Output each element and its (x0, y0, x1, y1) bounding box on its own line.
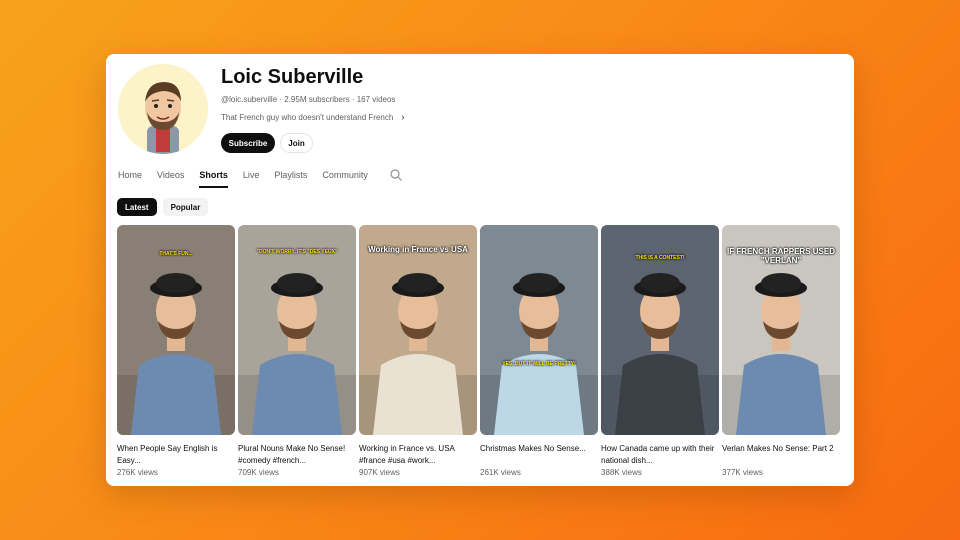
subscribe-button[interactable]: Subscribe (221, 133, 275, 153)
tab-shorts[interactable]: Shorts (199, 166, 228, 188)
shorts-grid: THAT'S FUN... When People Say English is… (117, 225, 840, 477)
short-views: 261K views (480, 468, 521, 477)
tab-live[interactable]: Live (243, 166, 260, 188)
tab-videos[interactable]: Videos (157, 166, 184, 188)
short-thumbnail[interactable]: IF FRENCH RAPPERS USED "VERLAN" (722, 225, 840, 435)
tab-home[interactable]: Home (118, 166, 142, 188)
short-item[interactable]: THAT'S FUN... When People Say English is… (117, 225, 235, 477)
short-thumbnail[interactable]: YES, BUT IT WILL BE PRETTY! (480, 225, 598, 435)
avatar-illustration (145, 82, 181, 154)
channel-name: Loic Suberville (221, 66, 364, 88)
short-title[interactable]: Verlan Makes No Sense: Part 2 (722, 443, 840, 467)
short-item[interactable]: YES, BUT IT WILL BE PRETTY! Christmas Ma… (480, 225, 598, 477)
channel-meta: @loic.suberville · 2.95M subscribers · 1… (221, 95, 396, 104)
tab-community[interactable]: Community (322, 166, 368, 188)
short-caption-overlay: YES, BUT IT WILL BE PRETTY! (502, 361, 576, 367)
short-thumbnail[interactable]: Working in France vs USA (359, 225, 477, 435)
channel-description-text: That French guy who doesn't understand F… (221, 113, 394, 122)
short-caption-overlay: "DON'T WORRY, IT'S "DES YEUX" (256, 249, 338, 255)
tab-playlists[interactable]: Playlists (274, 166, 307, 188)
short-thumbnail[interactable]: "DON'T WORRY, IT'S "DES YEUX" (238, 225, 356, 435)
search-icon[interactable] (389, 168, 403, 182)
channel-description[interactable]: That French guy who doesn't understand F… (221, 112, 405, 123)
chip-latest[interactable]: Latest (117, 198, 157, 216)
channel-page: Loic Suberville @loic.suberville · 2.95M… (106, 54, 854, 486)
sort-chips: Latest Popular (117, 198, 209, 216)
short-item[interactable]: IF FRENCH RAPPERS USED "VERLAN" Verlan M… (722, 225, 840, 477)
short-title[interactable]: Plural Nouns Make No Sense! #comedy #fre… (238, 443, 356, 467)
short-item[interactable]: "DON'T WORRY, IT'S "DES YEUX" Plural Nou… (238, 225, 356, 477)
short-views: 907K views (359, 468, 400, 477)
join-button[interactable]: Join (280, 133, 313, 153)
short-item[interactable]: THIS IS A CONTEST! How Canada came up wi… (601, 225, 719, 477)
channel-tabs: Home Videos Shorts Live Playlists Commun… (118, 166, 403, 188)
short-title[interactable]: Working in France vs. USA #france #usa #… (359, 443, 477, 467)
short-thumbnail[interactable]: THAT'S FUN... (117, 225, 235, 435)
short-views: 709K views (238, 468, 279, 477)
short-views: 377K views (722, 468, 763, 477)
chevron-right-icon: › (401, 112, 405, 123)
short-title[interactable]: When People Say English is Easy... (117, 443, 235, 467)
short-views: 388K views (601, 468, 642, 477)
chip-popular[interactable]: Popular (162, 198, 209, 216)
short-title[interactable]: How Canada came up with their national d… (601, 443, 719, 467)
channel-avatar[interactable] (118, 64, 208, 154)
short-caption-overlay: THIS IS A CONTEST! (635, 255, 685, 261)
short-caption-overlay: THAT'S FUN... (159, 251, 193, 257)
short-views: 276K views (117, 468, 158, 477)
short-thumbnail-art (359, 273, 477, 435)
short-item[interactable]: Working in France vs USA Working in Fran… (359, 225, 477, 477)
short-thumbnail-art (480, 273, 598, 435)
short-thumbnail[interactable]: THIS IS A CONTEST! (601, 225, 719, 435)
short-caption-overlay: IF FRENCH RAPPERS USED "VERLAN" (726, 247, 835, 265)
short-title[interactable]: Christmas Makes No Sense... (480, 443, 598, 467)
short-caption-overlay: Working in France vs USA (368, 245, 468, 254)
short-thumbnail-art (238, 273, 356, 435)
